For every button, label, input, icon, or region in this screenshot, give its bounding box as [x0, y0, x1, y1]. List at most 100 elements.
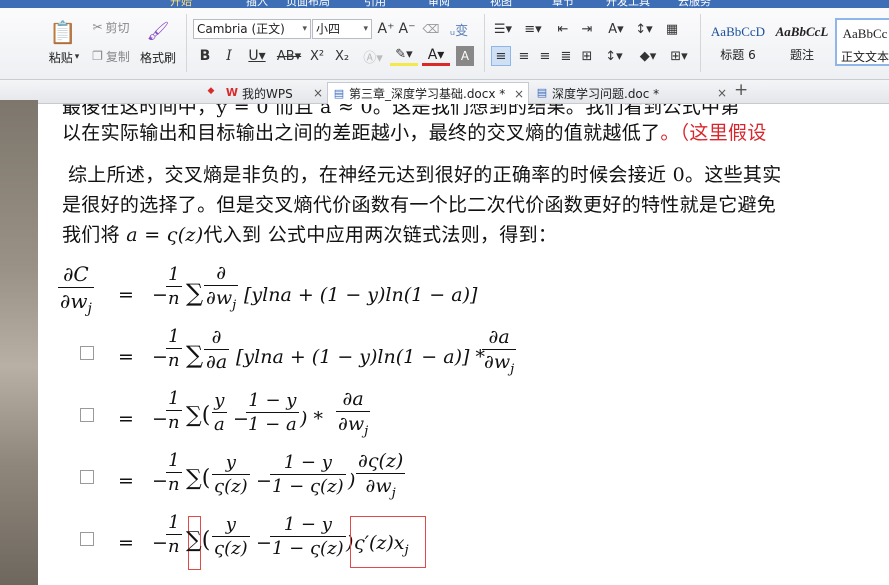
chinese-layout-icon[interactable]: A▾: [604, 19, 628, 39]
cut-button[interactable]: ✂ 剪切: [88, 18, 134, 36]
tab-label: 第三章_深度学习基础.docx *: [349, 87, 506, 101]
table-icon[interactable]: ▦: [662, 19, 682, 39]
format-painter-button[interactable]: 格式刷: [136, 48, 180, 66]
close-icon[interactable]: ×: [717, 86, 727, 100]
tab-document-chapter3[interactable]: ▤ 第三章_深度学习基础.docx * ×: [327, 82, 529, 104]
document-page[interactable]: 最後在这时间中，y = 0 而且 a ≈ 0。这是我们想到的结果。我们看到公式中…: [38, 104, 889, 585]
document-tab-bar: ◆ W 我的WPS × ▤ 第三章_深度学习基础.docx * × ▤ 深度学习…: [38, 80, 889, 104]
line-spacing-icon[interactable]: ↕▾: [601, 46, 627, 66]
format-painter-icon[interactable]: 🖌: [138, 18, 178, 44]
decrease-indent-icon[interactable]: ⇤: [553, 19, 573, 39]
equation-body: ) *: [300, 408, 323, 430]
style-name: 标题 6: [720, 48, 756, 62]
cut-off-line: 最後在这时间中，y = 0 而且 a ≈ 0。这是我们想到的结果。我们看到公式中…: [62, 104, 740, 118]
clear-format-icon[interactable]: ⌫: [420, 19, 442, 39]
tab-my-wps[interactable]: W 我的WPS ×: [221, 82, 327, 104]
text-line: 我们将 a = ς(z)代入到 公式中应用两次链式法则，得到：: [62, 220, 557, 247]
text-line: 以在实际输出和目标输出之间的差距越小，最终的交叉熵的值就越低了。（这里假设: [62, 118, 767, 145]
equation-body: ): [348, 470, 356, 492]
text-run: 以在实际输出和目标输出之间的差距越小，最终的交叉熵的值就越低了: [62, 122, 661, 144]
close-icon[interactable]: ×: [313, 86, 323, 100]
tab-label: 我的WPS: [242, 86, 293, 101]
equation-body: ς′(z)xj: [354, 532, 409, 558]
phonetic-guide-icon[interactable]: ᵤ变: [446, 19, 472, 39]
inline-math: a = ς(z): [126, 224, 204, 246]
text-run: 代入到 公式中应用两次链式法则，得到：: [203, 224, 558, 246]
equals-sign: =: [118, 346, 134, 368]
align-center-icon[interactable]: ≡: [514, 46, 534, 66]
equals-sign: =: [118, 470, 134, 492]
pin-icon[interactable]: ◆: [204, 84, 218, 98]
fraction-1-n: 1n: [166, 512, 182, 557]
fraction-1-y-1-a: 1 − y1 − a: [246, 390, 299, 435]
justify-icon[interactable]: ≣: [556, 46, 576, 66]
ribbon: 📋 粘贴 ▾ ✂ 剪切 ❐ 复制 🖌 格式刷 Cambria (正文) ▾ 小四 ▾ A⁺…: [0, 8, 889, 80]
copy-button[interactable]: ❐ 复制: [88, 47, 134, 65]
style-name: 正文文本: [840, 50, 889, 64]
borders-icon[interactable]: ⊞▾: [666, 46, 692, 66]
fraction-1-n: 1n: [166, 388, 182, 433]
align-left-icon[interactable]: ≡: [491, 46, 511, 66]
shading-icon[interactable]: ◆▾: [633, 46, 663, 66]
subscript-button[interactable]: X₂: [332, 46, 352, 66]
tab-review[interactable]: 审阅: [428, 0, 450, 8]
close-icon[interactable]: ×: [514, 87, 524, 101]
text-line: 综上所述，交叉熵是非负的，在神经元达到很好的正确率的时候会接近 0。这些其实: [68, 164, 782, 186]
chevron-down-icon: ▾: [363, 24, 368, 34]
bold-button[interactable]: B: [196, 46, 214, 66]
sum-symbol: ∑: [186, 279, 204, 307]
tab-cloud[interactable]: 云服务: [678, 0, 711, 8]
sort-icon[interactable]: ↕▾: [632, 19, 656, 39]
scissors-icon: ✂: [92, 20, 103, 34]
font-name-select[interactable]: Cambria (正文) ▾: [193, 19, 311, 39]
paste-icon[interactable]: 📋: [46, 18, 80, 48]
tab-page-layout[interactable]: 页面布局: [286, 0, 330, 8]
strikethrough-button[interactable]: AB▾: [274, 46, 304, 66]
tab-view[interactable]: 视图: [490, 0, 512, 8]
font-color-icon[interactable]: A▾: [422, 46, 450, 66]
font-size-select[interactable]: 小四 ▾: [312, 19, 372, 39]
placeholder-box: [80, 532, 94, 546]
tab-section[interactable]: 章节: [552, 0, 574, 8]
divider: [186, 14, 187, 72]
shrink-font-button[interactable]: A⁻: [398, 19, 416, 39]
tab-insert[interactable]: 插入: [246, 0, 268, 8]
tab-developer[interactable]: 开发工具: [606, 0, 650, 8]
align-right-icon[interactable]: ≡: [535, 46, 555, 66]
style-heading-6[interactable]: AaBbCcD 标题 6: [706, 18, 770, 66]
tab-references[interactable]: 引用: [364, 0, 386, 8]
divider: [484, 14, 485, 72]
fraction-1-n: 1n: [166, 264, 182, 309]
fraction-da-dwj: ∂a ∂wj: [336, 388, 371, 439]
char-shading-icon[interactable]: A: [456, 46, 474, 66]
fraction-y-a: ya: [212, 390, 227, 435]
underline-button[interactable]: U▾: [244, 46, 270, 66]
numbering-icon[interactable]: ≡▾: [520, 19, 546, 39]
bullets-icon[interactable]: ☰▾: [490, 19, 516, 39]
new-tab-icon[interactable]: +: [734, 82, 748, 99]
sum-paren: ∑(: [186, 528, 211, 553]
style-body-text[interactable]: AaBbCc 正文文本: [835, 18, 889, 66]
text-effect-icon[interactable]: Ⓐ▾: [360, 46, 386, 66]
paste-label: 粘贴: [48, 50, 73, 65]
placeholder-box: [80, 470, 94, 484]
paste-button[interactable]: 粘贴 ▾: [44, 48, 84, 66]
style-caption[interactable]: AaBbCcL 题注: [770, 18, 834, 66]
cut-label: 剪切: [105, 20, 130, 35]
equals-sign: =: [118, 284, 134, 306]
distribute-icon[interactable]: ⊞: [577, 46, 597, 66]
fraction-da-dwj: ∂a ∂wj: [482, 326, 517, 377]
divider: [700, 14, 701, 72]
grow-font-button[interactable]: A⁺: [377, 19, 395, 39]
equals-sign: =: [118, 532, 134, 554]
superscript-button[interactable]: X²: [307, 46, 327, 66]
placeholder-box: [80, 346, 94, 360]
equals-sign: =: [118, 408, 134, 430]
sum-paren: ∑(: [186, 403, 211, 428]
font-size-value: 小四: [316, 22, 341, 36]
increase-indent-icon[interactable]: ⇥: [577, 19, 597, 39]
highlight-icon[interactable]: ✎▾: [390, 46, 418, 66]
italic-button[interactable]: I: [220, 46, 238, 66]
tab-document-questions[interactable]: ▤ 深度学习问题.doc * ×: [531, 82, 731, 104]
tab-home[interactable]: 开始: [170, 0, 192, 8]
